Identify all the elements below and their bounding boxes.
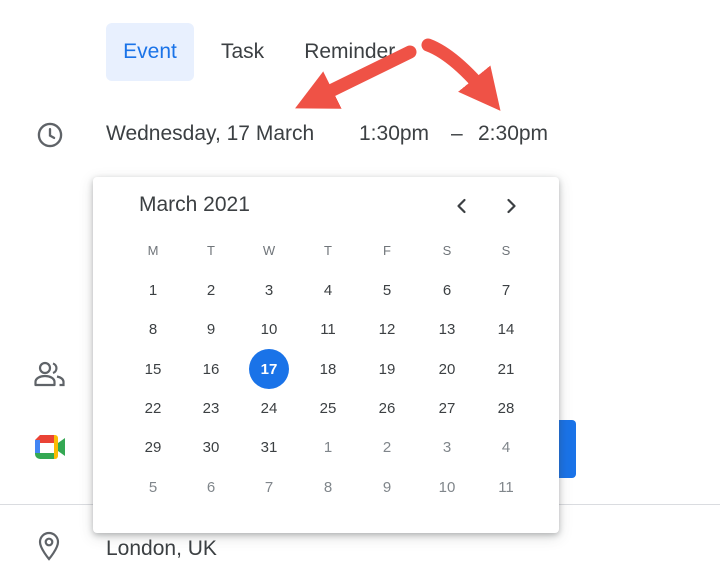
tab-reminder[interactable]: Reminder — [304, 23, 395, 81]
calendar-day[interactable]: 12 — [367, 309, 407, 349]
prev-month-button[interactable] — [448, 192, 476, 220]
chevron-left-icon — [457, 198, 466, 214]
calendar-day[interactable]: 25 — [308, 388, 348, 428]
event-date[interactable]: Wednesday, 17 March — [106, 122, 314, 146]
month-title: March 2021 — [139, 193, 250, 216]
time-range-dash: – — [451, 122, 463, 145]
calendar-day[interactable]: 10 — [427, 467, 467, 507]
calendar-day[interactable]: 24 — [249, 388, 289, 428]
event-start-time[interactable]: 1:30pm — [359, 122, 429, 146]
calendar-day[interactable]: 31 — [249, 427, 289, 467]
calendar-day[interactable]: 16 — [191, 349, 231, 389]
weekday-header: F — [383, 242, 391, 258]
people-icon — [34, 360, 66, 393]
calendar-day[interactable]: 27 — [427, 388, 467, 428]
calendar-day[interactable]: 23 — [191, 388, 231, 428]
tab-task[interactable]: Task — [221, 23, 264, 81]
calendar-day[interactable]: 14 — [486, 309, 526, 349]
calendar-day[interactable]: 7 — [249, 467, 289, 507]
calendar-day[interactable]: 21 — [486, 349, 526, 389]
calendar-day[interactable]: 26 — [367, 388, 407, 428]
save-button[interactable] — [556, 420, 576, 478]
calendar-day[interactable]: 9 — [367, 467, 407, 507]
event-end-time[interactable]: 2:30pm — [478, 122, 548, 146]
calendar-day[interactable]: 8 — [308, 467, 348, 507]
calendar-day[interactable]: 11 — [486, 467, 526, 507]
tab-bar: Event Task Reminder — [106, 23, 395, 81]
calendar-day[interactable]: 22 — [133, 388, 173, 428]
calendar-day[interactable]: 3 — [249, 270, 289, 310]
calendar-day[interactable]: 6 — [427, 270, 467, 310]
weekday-header: M — [147, 242, 159, 258]
calendar-day[interactable]: 19 — [367, 349, 407, 389]
calendar-day[interactable]: 4 — [308, 270, 348, 310]
chevron-right-icon — [507, 198, 516, 214]
weekday-header: T — [207, 242, 215, 258]
weekday-header: W — [262, 242, 276, 258]
calendar-day[interactable]: 9 — [191, 309, 231, 349]
weekday-header: S — [501, 242, 511, 258]
location-pin-icon — [37, 531, 61, 566]
arrow-to-time — [421, 38, 501, 111]
google-meet-icon — [33, 433, 67, 466]
calendar-day[interactable]: 8 — [133, 309, 173, 349]
calendar-day[interactable]: 2 — [367, 427, 407, 467]
calendar-day[interactable]: 20 — [427, 349, 467, 389]
weekday-header: T — [324, 242, 332, 258]
event-location[interactable]: London, UK — [106, 537, 217, 561]
calendar-day[interactable]: 1 — [133, 270, 173, 310]
calendar-day[interactable]: 3 — [427, 427, 467, 467]
date-picker: March 2021 M T W T F S S 1 2 3 4 5 6 7 8 9 10 11 12 13 14 15 1… — [93, 177, 559, 533]
tab-reminder-label: Reminder — [304, 40, 396, 63]
tab-event[interactable]: Event — [106, 23, 194, 81]
calendar-day[interactable]: 7 — [486, 270, 526, 310]
calendar-day[interactable]: 11 — [308, 309, 348, 349]
calendar-day[interactable]: 30 — [191, 427, 231, 467]
calendar-day[interactable]: 5 — [367, 270, 407, 310]
calendar-day[interactable]: 15 — [133, 349, 173, 389]
calendar-day-selected[interactable]: 17 — [249, 349, 289, 389]
calendar-day[interactable]: 2 — [191, 270, 231, 310]
calendar-day[interactable]: 10 — [249, 309, 289, 349]
tab-event-label: Event — [123, 40, 177, 63]
calendar-day[interactable]: 6 — [191, 467, 231, 507]
calendar-day[interactable]: 5 — [133, 467, 173, 507]
weekday-header: S — [442, 242, 452, 258]
clock-icon — [36, 121, 64, 154]
calendar-day[interactable]: 13 — [427, 309, 467, 349]
next-month-button[interactable] — [497, 192, 525, 220]
calendar-day[interactable]: 29 — [133, 427, 173, 467]
tab-task-label: Task — [221, 40, 265, 63]
calendar-day[interactable]: 28 — [486, 388, 526, 428]
calendar-day[interactable]: 4 — [486, 427, 526, 467]
calendar-day[interactable]: 1 — [308, 427, 348, 467]
calendar-day[interactable]: 18 — [308, 349, 348, 389]
